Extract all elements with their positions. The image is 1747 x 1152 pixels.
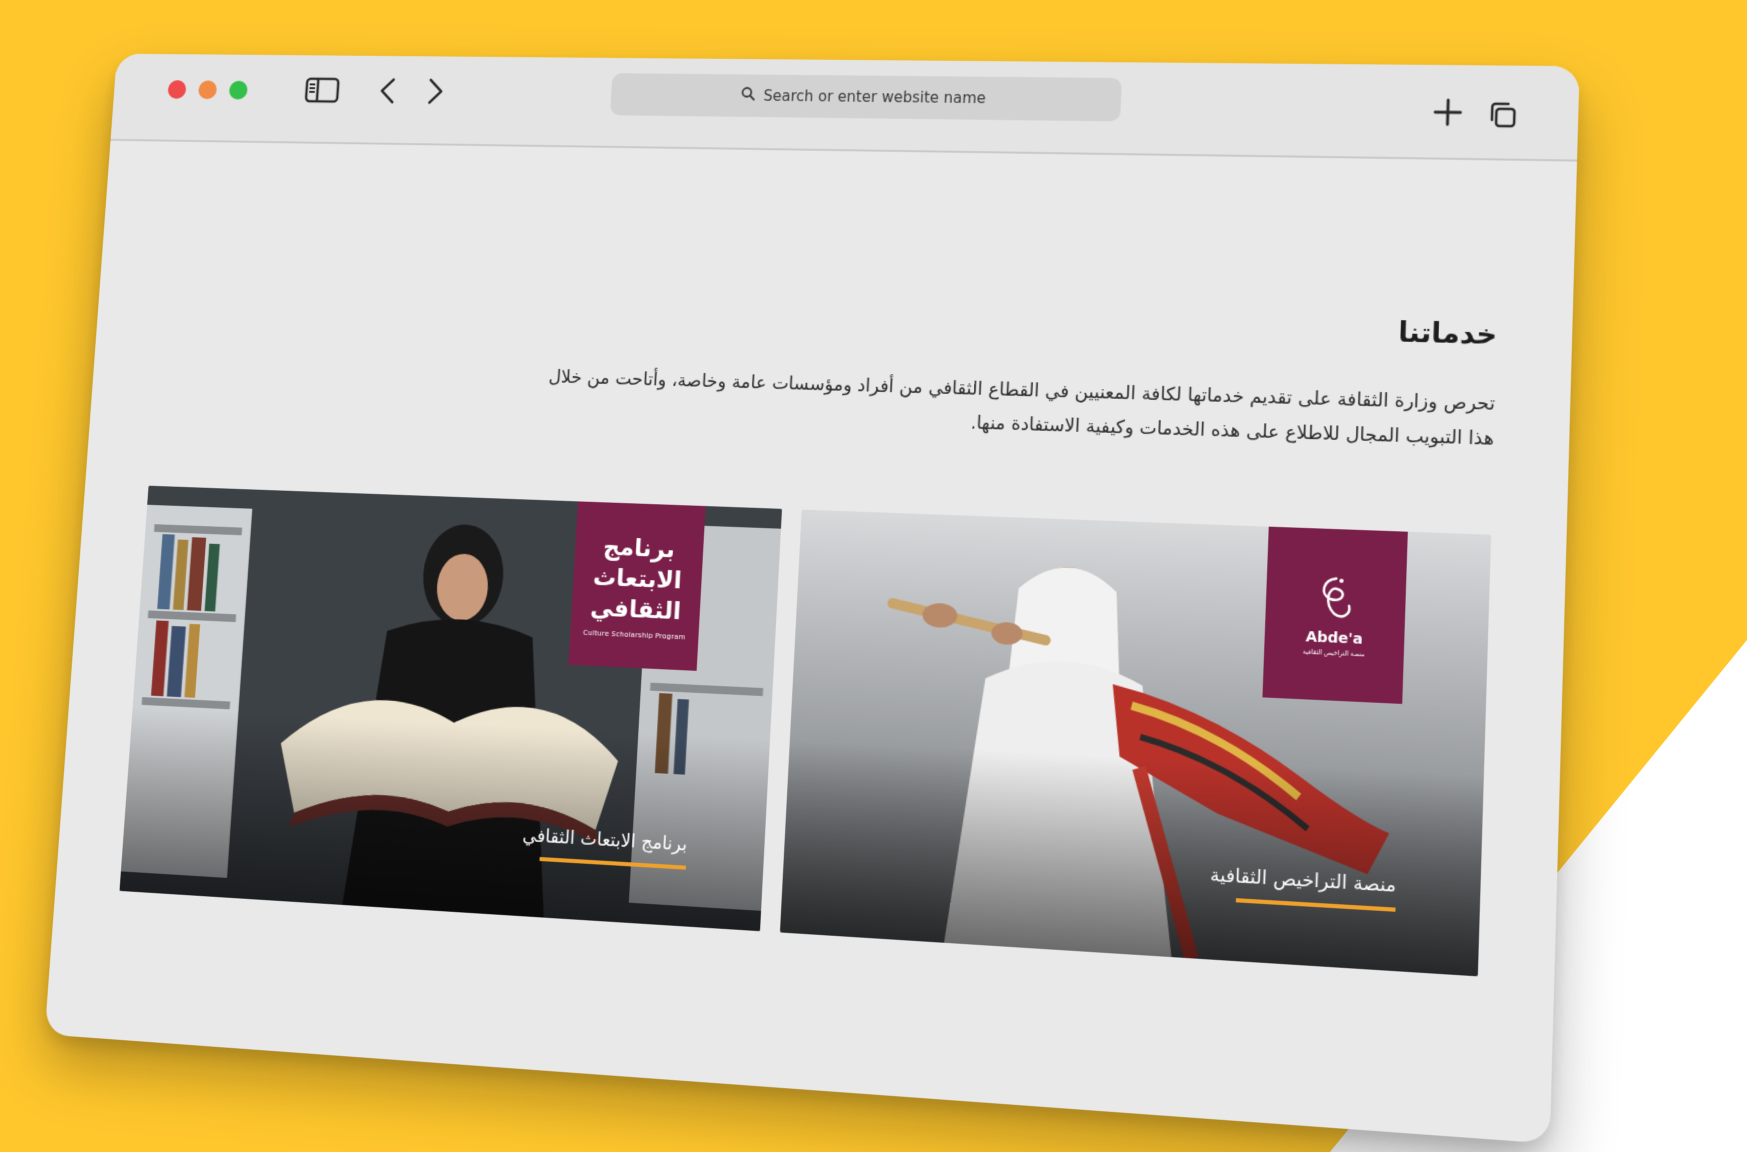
plus-icon[interactable] xyxy=(1429,95,1466,130)
page-content: خدماتنا تحرص وزارة الثقافة على تقديم خدم… xyxy=(45,141,1577,1144)
scholarship-logo-badge: برنامج الابتعاث الثقافي Culture Scholars… xyxy=(568,501,706,671)
address-placeholder: Search or enter website name xyxy=(762,87,987,108)
badge-arabic-title: برنامج الابتعاث الثقافي xyxy=(589,532,683,625)
browser-window: Search or enter website name خدماتنا تحر… xyxy=(44,53,1580,1144)
back-icon[interactable] xyxy=(373,75,403,107)
minimize-window-button[interactable] xyxy=(197,80,218,100)
zoom-window-button[interactable] xyxy=(228,80,249,100)
card-gradient xyxy=(779,739,1484,977)
abdea-logo-badge: Abde'a منصة التراخيص الثقافية xyxy=(1262,526,1408,704)
address-bar[interactable]: Search or enter website name xyxy=(609,73,1122,122)
badge-subtitle: منصة التراخيص الثقافية xyxy=(1302,648,1365,659)
badge-brand-name: Abde'a xyxy=(1305,628,1364,648)
services-cards: Abde'a منصة التراخيص الثقافية منصة الترا… xyxy=(119,485,1492,977)
window-controls xyxy=(167,80,249,100)
section-title: خدماتنا xyxy=(1397,317,1498,352)
browser-scene: Search or enter website name خدماتنا تحر… xyxy=(44,53,1580,1144)
sidebar-icon[interactable] xyxy=(303,74,342,106)
abdea-logo-icon xyxy=(1310,571,1360,627)
forward-icon[interactable] xyxy=(421,75,451,107)
search-icon xyxy=(740,86,756,105)
badge-english-title: Culture Scholarship Program xyxy=(582,628,686,641)
tabs-icon[interactable] xyxy=(1484,98,1521,133)
card-gradient xyxy=(119,706,771,932)
close-window-button[interactable] xyxy=(167,80,187,99)
card-cultural-licenses[interactable]: Abde'a منصة التراخيص الثقافية منصة الترا… xyxy=(779,509,1492,977)
card-culture-scholarship[interactable]: برنامج الابتعاث الثقافي Culture Scholars… xyxy=(119,485,783,932)
section-description: تحرص وزارة الثقافة على تقديم خدماتها لكا… xyxy=(547,366,1496,450)
